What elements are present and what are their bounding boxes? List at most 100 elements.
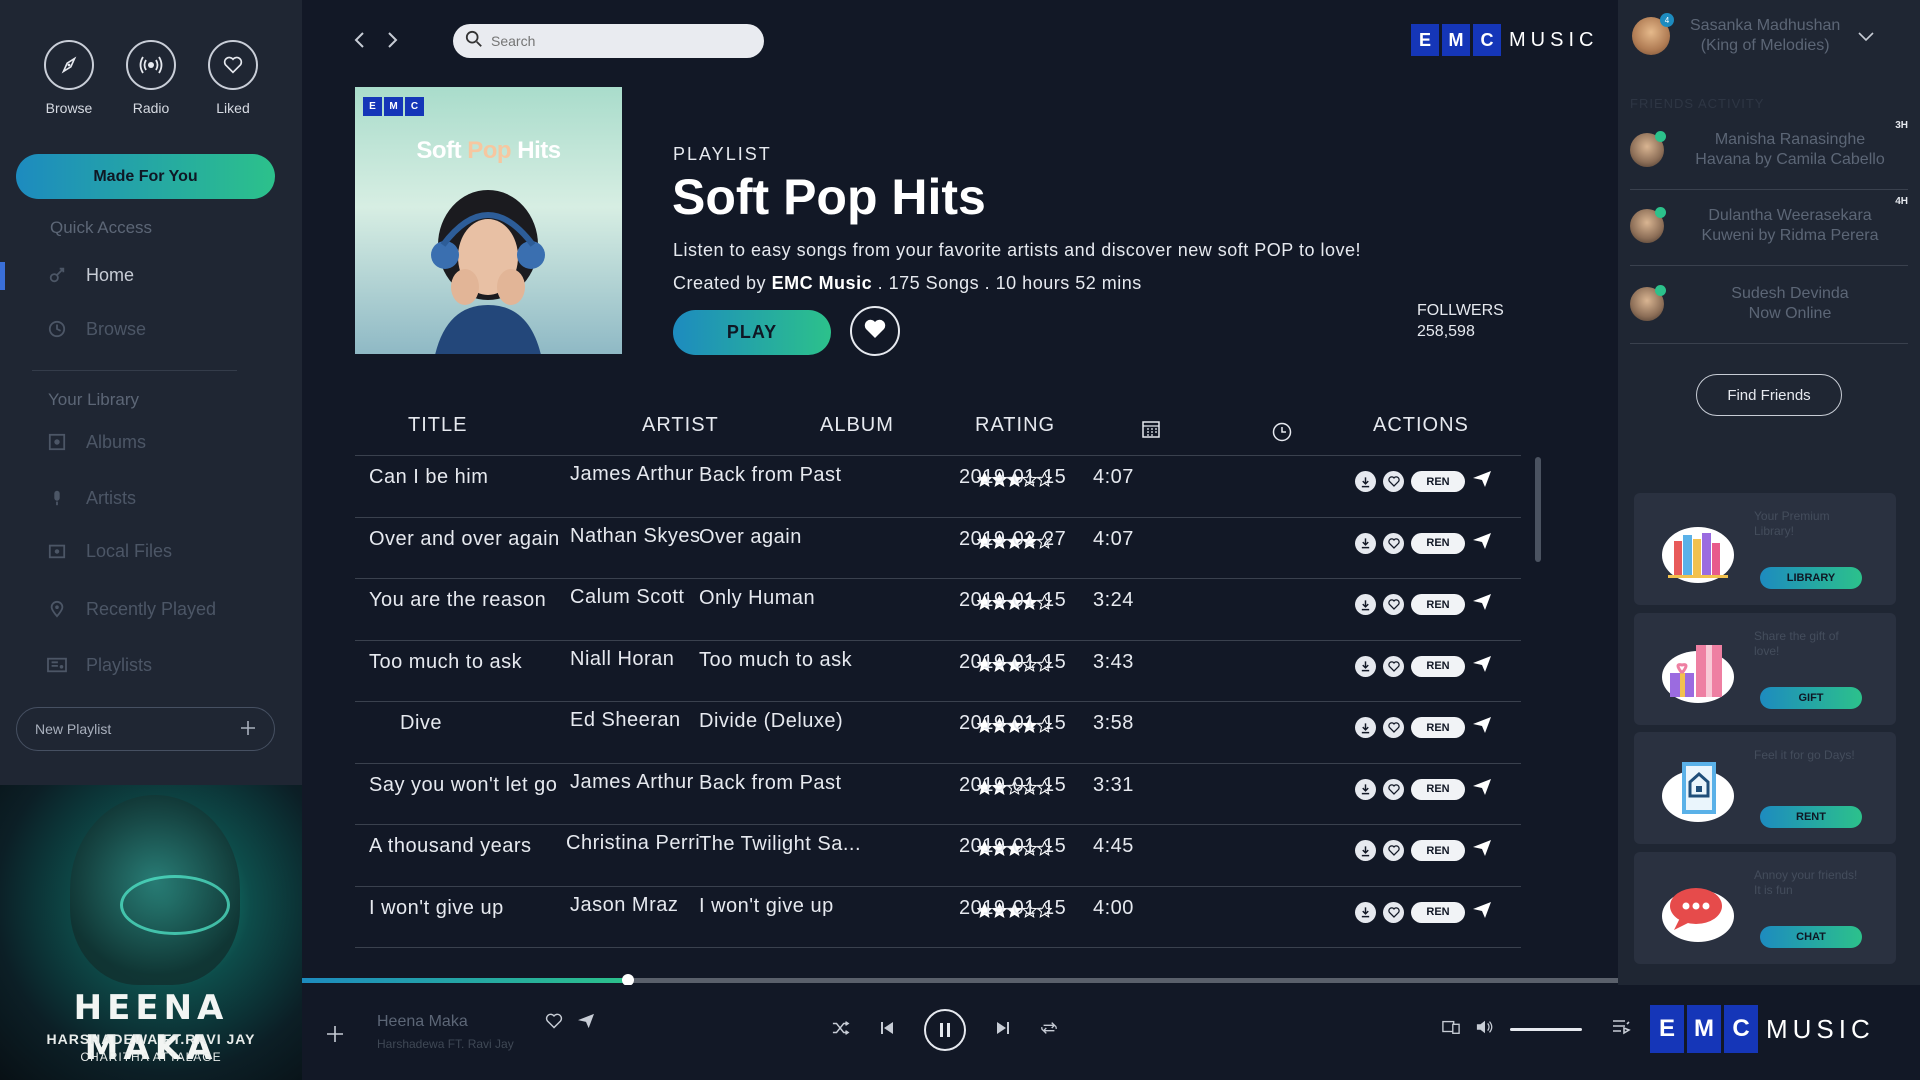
song-album[interactable]: Back from Past (699, 772, 842, 795)
song-album[interactable]: Over again (699, 526, 802, 549)
promo-button[interactable]: GIFT (1760, 687, 1862, 709)
download-icon[interactable] (1355, 594, 1376, 615)
forward-arrow-icon[interactable] (386, 30, 400, 56)
queue-icon[interactable] (1612, 1019, 1632, 1040)
devices-icon[interactable] (1442, 1019, 1460, 1040)
rent-button[interactable]: REN (1411, 778, 1465, 800)
rent-button[interactable]: REN (1411, 901, 1465, 923)
sidebar-item-playlists[interactable]: Playlists (46, 654, 152, 676)
now-playing-title[interactable]: Heena Maka (377, 1013, 468, 1031)
promo-button[interactable]: CHAT (1760, 926, 1862, 948)
download-icon[interactable] (1355, 778, 1376, 800)
nav-radio-button[interactable]: Radio (116, 40, 186, 116)
made-for-you-button[interactable]: Made For You (16, 154, 275, 199)
table-row[interactable]: I won't give up Jason Mraz I won't give up… (355, 887, 1521, 948)
clock-icon[interactable] (1272, 422, 1292, 448)
song-album[interactable]: Only Human (699, 587, 815, 610)
song-title[interactable]: Can I be him (369, 466, 488, 489)
repeat-icon[interactable] (1040, 1020, 1058, 1041)
song-title[interactable]: Too much to ask (369, 651, 522, 674)
promo-button[interactable]: RENT (1760, 806, 1862, 828)
nav-browse-button[interactable]: Browse (34, 40, 104, 116)
song-album[interactable]: Divide (Deluxe) (699, 710, 843, 733)
sidebar-item-albums[interactable]: Albums (46, 431, 146, 453)
sidebar-item-home[interactable]: Home (46, 264, 134, 286)
song-title[interactable]: You are the reason (369, 589, 546, 612)
heart-icon[interactable] (1383, 717, 1404, 738)
rent-button[interactable]: REN (1411, 532, 1465, 554)
search-input[interactable] (491, 33, 751, 49)
table-row[interactable]: Can I be him James Arthur Back from Past 20… (355, 456, 1521, 518)
share-icon[interactable] (1472, 901, 1492, 924)
chevron-down-icon[interactable] (1858, 26, 1874, 47)
like-song-icon[interactable] (545, 1013, 563, 1034)
song-album[interactable]: The Twilight Sa... (699, 833, 861, 856)
download-icon[interactable] (1355, 471, 1376, 492)
friend-item[interactable]: Manisha Ranasinghe Havana by Camila Cabel… (1630, 110, 1908, 190)
song-album[interactable]: Too much to ask (699, 649, 852, 672)
shuffle-icon[interactable] (832, 1020, 850, 1041)
sidebar-item-artists[interactable]: Artists (46, 487, 136, 509)
col-album[interactable]: ALBUM (820, 414, 894, 437)
progress-track[interactable] (302, 974, 1618, 986)
friend-item[interactable]: Sudesh Devinda Now Online (1630, 264, 1908, 344)
heart-icon[interactable] (1383, 471, 1404, 492)
nav-liked-button[interactable]: Liked (198, 40, 268, 116)
song-title[interactable]: A thousand years (369, 835, 532, 858)
share-icon[interactable] (1472, 655, 1492, 678)
table-row[interactable]: Over and over again Nathan Skyes Over agai… (355, 518, 1521, 579)
download-icon[interactable] (1355, 717, 1376, 738)
table-row[interactable]: You are the reason Calum Scott Only Human 2… (355, 579, 1521, 641)
col-title[interactable]: TITLE (408, 414, 467, 437)
rent-button[interactable]: REN (1411, 655, 1465, 677)
song-album[interactable]: Back from Past (699, 464, 842, 487)
heart-icon[interactable] (1383, 840, 1404, 861)
song-title[interactable]: I won't give up (369, 897, 504, 920)
song-artist[interactable]: Christina Perri (566, 832, 700, 855)
heart-icon[interactable] (1383, 778, 1404, 800)
add-to-library-icon[interactable] (326, 1019, 344, 1050)
share-icon[interactable] (1472, 593, 1492, 616)
now-playing-artist[interactable]: Harshadewa FT. Ravi Jay (377, 1037, 514, 1051)
share-icon[interactable] (1472, 532, 1492, 555)
share-icon[interactable] (1472, 470, 1492, 493)
promo-button[interactable]: LIBRARY (1760, 567, 1862, 589)
song-album[interactable]: I won't give up (699, 895, 834, 918)
new-playlist-button[interactable]: New Playlist (16, 707, 275, 751)
table-row[interactable]: Dive Ed Sheeran Divide (Deluxe) 2019-01-15 3… (355, 702, 1521, 764)
heart-icon[interactable] (1383, 532, 1404, 554)
song-artist[interactable]: Calum Scott (570, 586, 684, 609)
song-artist[interactable]: Nathan Skyes (570, 525, 701, 548)
song-artist[interactable]: James Arthur (570, 771, 694, 794)
rent-button[interactable]: REN (1411, 840, 1465, 861)
song-title[interactable]: Dive (400, 712, 442, 735)
sidebar-item-local-files[interactable]: Local Files (46, 540, 172, 562)
download-icon[interactable] (1355, 840, 1376, 861)
play-button[interactable]: PLAY (673, 310, 831, 355)
share-icon[interactable] (1472, 778, 1492, 801)
table-row[interactable]: Say you won't let go James Arthur Back fro… (355, 764, 1521, 825)
previous-icon[interactable] (880, 1021, 894, 1040)
col-artist[interactable]: ARTIST (642, 414, 719, 437)
share-icon[interactable] (1472, 839, 1492, 862)
sidebar-item-recently-played[interactable]: Recently Played (46, 598, 216, 620)
user-menu[interactable]: 4 Sasanka Madhushan (King of Melodies) (1632, 13, 1912, 56)
table-row[interactable]: Too much to ask Niall Horan Too much to as… (355, 641, 1521, 702)
heart-icon[interactable] (1383, 655, 1404, 677)
next-icon[interactable] (996, 1021, 1010, 1040)
rent-button[interactable]: REN (1411, 471, 1465, 492)
table-row[interactable]: A thousand years Christina Perri The Twili… (355, 825, 1521, 887)
table-scrollbar[interactable] (1535, 457, 1541, 562)
download-icon[interactable] (1355, 655, 1376, 677)
heart-icon[interactable] (1383, 901, 1404, 923)
song-artist[interactable]: James Arthur (570, 463, 694, 486)
pause-button[interactable] (924, 1009, 966, 1051)
friend-item[interactable]: Dulantha Weerasekara Kuweni by Ridma Pere… (1630, 186, 1908, 266)
playlist-creator[interactable]: EMC Music (772, 273, 873, 293)
rent-button[interactable]: REN (1411, 717, 1465, 738)
sidebar-item-browse[interactable]: Browse (46, 318, 146, 340)
find-friends-button[interactable]: Find Friends (1696, 374, 1842, 416)
song-artist[interactable]: Niall Horan (570, 648, 674, 671)
song-title[interactable]: Say you won't let go (369, 774, 557, 797)
volume-icon[interactable] (1476, 1019, 1494, 1040)
